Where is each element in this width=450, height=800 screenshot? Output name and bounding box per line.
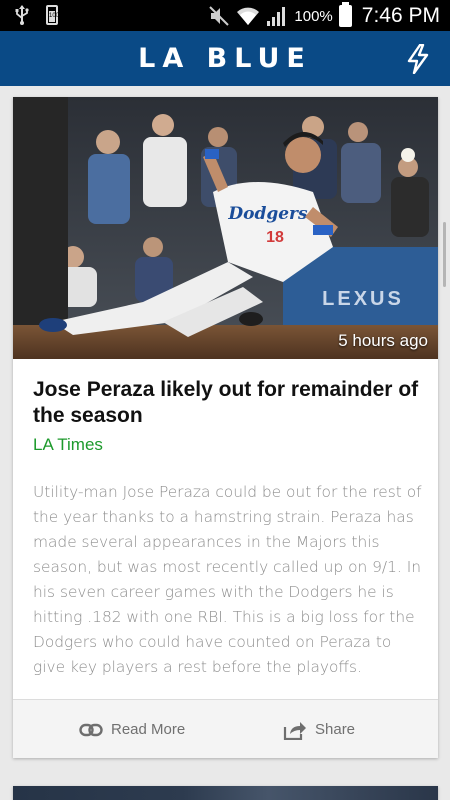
photo-jersey-text: Dodgers [227,204,308,224]
app-title: LA BLUE [138,43,312,74]
share-label: Share [315,721,356,738]
next-article-photo [13,786,438,800]
article-actions: Read More Share [13,699,438,758]
link-icon [79,723,103,736]
lightning-bolt-icon[interactable] [406,44,430,74]
scrollbar[interactable] [443,222,446,287]
status-bar: 100 100% 7:46 PM [0,0,450,31]
clock: 7:46 PM [361,4,440,27]
photo-sign-text: LEXUS [322,288,404,310]
article-source[interactable]: LA Times [33,435,103,455]
battery-percent: 100% [294,7,333,25]
mute-icon [209,6,230,26]
usb-icon [15,5,29,25]
share-button[interactable]: Share [283,700,355,759]
app-bar: LA BLUE [0,31,450,86]
read-more-label: Read More [111,721,186,738]
article-time-ago: 5 hours ago [338,331,428,350]
battery-small-icon: 100 [46,5,59,25]
wifi-icon [237,7,260,25]
article-headline[interactable]: Jose Peraza likely out for remainder of … [33,377,423,429]
article-photo[interactable]: LEXUS Dodgers 18 5 hours ago [13,97,438,359]
read-more-button[interactable]: Read More [79,700,185,759]
article-card[interactable]: LEXUS Dodgers 18 5 hours ago Jose Peraza… [13,97,438,758]
battery-icon [338,2,352,27]
photo-jersey-number: 18 [266,229,284,246]
signal-icon [267,7,286,26]
article-summary: Utility-man Jose Peraza could be out for… [33,483,422,676]
article-photo-art: LEXUS Dodgers 18 [13,97,438,359]
next-article-card[interactable] [13,786,438,800]
share-icon [283,721,306,740]
